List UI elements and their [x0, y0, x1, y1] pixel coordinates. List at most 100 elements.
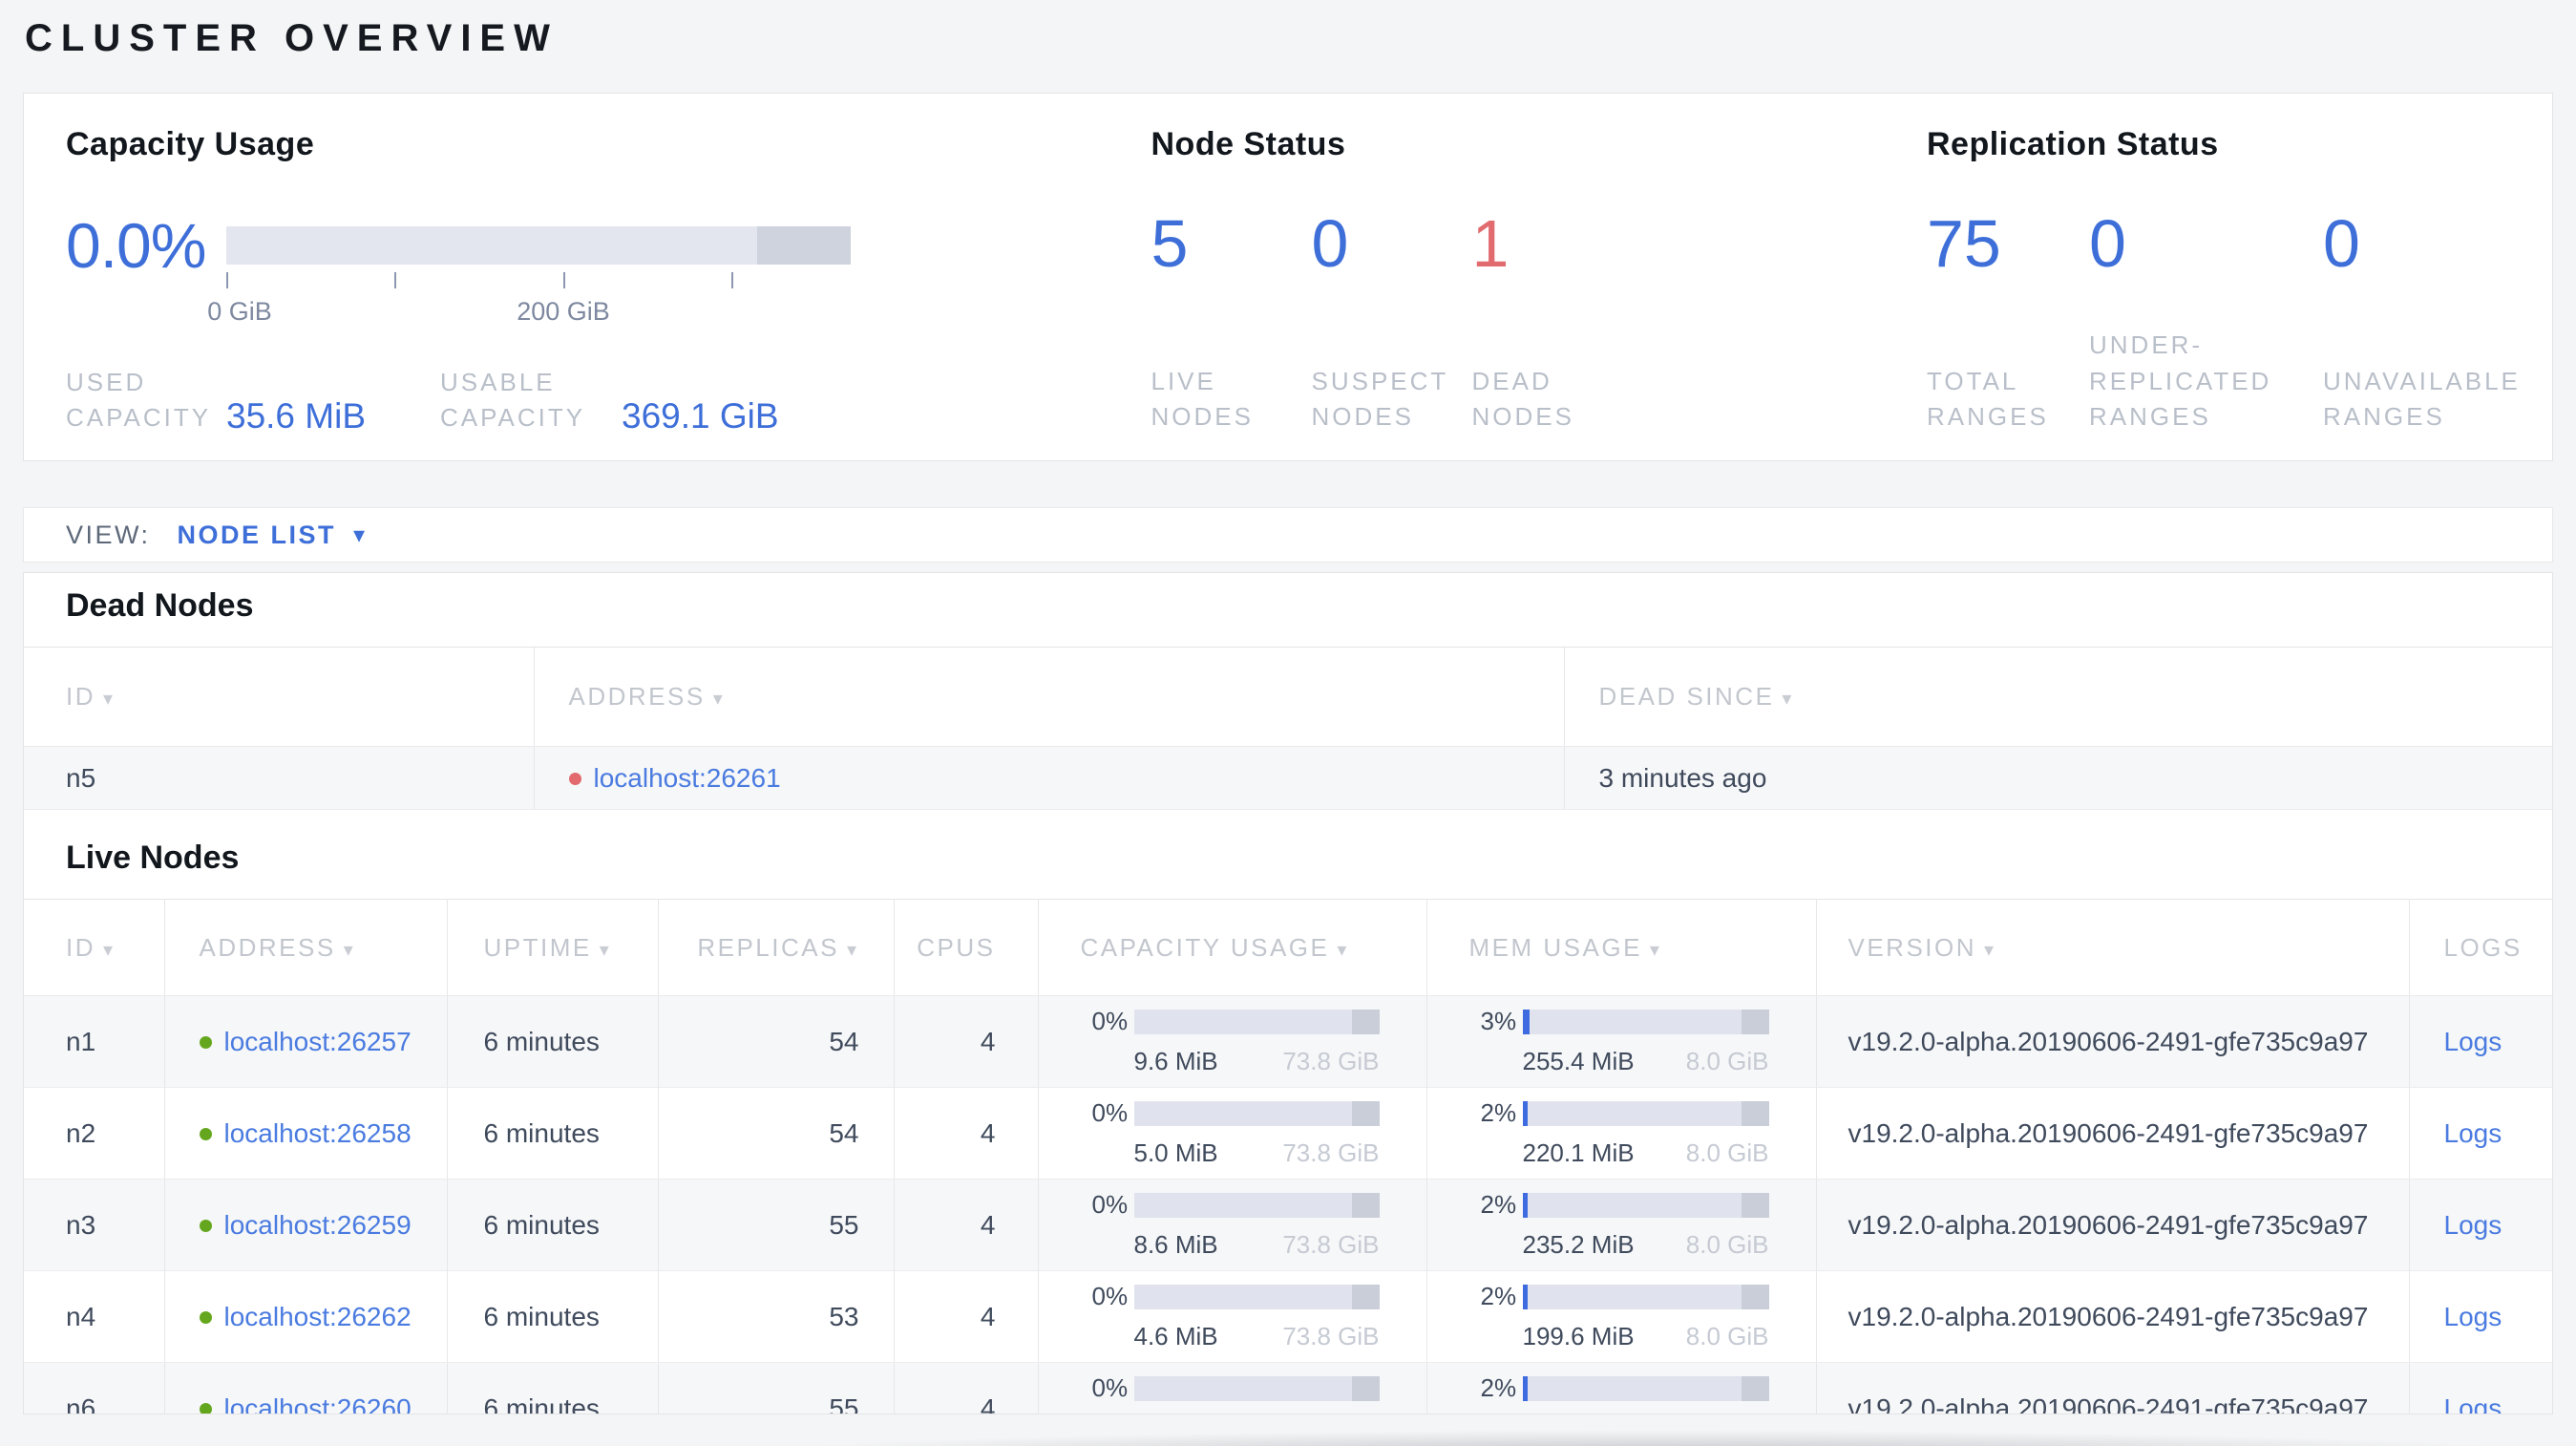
memory-bar — [1522, 1009, 1769, 1034]
under-replicated-ranges-count: 0 — [2089, 206, 2126, 281]
mem-usage-cell: 3% 255.4 MiB 8.0 GiB — [1425, 995, 1816, 1088]
live-col-capacity-usage[interactable]: CAPACITY USAGE ▾ — [1037, 899, 1426, 996]
capacity-usage-cell: 0% 7.8 MiB73.8 GiB — [1037, 1362, 1426, 1414]
capacity-usage-cell: 0% 9.6 MiB 73.8 GiB — [1037, 995, 1426, 1088]
page-title: CLUSTER OVERVIEW — [25, 17, 559, 59]
suspect-nodes-count: 0 — [1311, 206, 1349, 281]
live-node-dot-icon — [199, 1219, 212, 1232]
mem-usage-cell: 2% 199.6 MiB 8.0 GiB — [1425, 1270, 1816, 1363]
node-id-cell: n6 — [24, 1362, 164, 1414]
cpus-cell: 4 — [893, 1270, 1038, 1363]
view-bar: VIEW: NODE LIST ▾ — [23, 507, 2553, 563]
node-address-link[interactable]: localhost:26259 — [224, 1210, 412, 1240]
sort-arrow-icon: ▾ — [103, 689, 116, 710]
node-address-cell: localhost:26260 — [163, 1362, 447, 1414]
cluster-summary-card: Capacity Usage 0.0% 0 GiB 200 GiB USED C… — [23, 93, 2553, 461]
chevron-down-icon: ▾ — [353, 521, 366, 548]
live-nodes-table: ID ▾ ADDRESS ▾ UPTIME ▾ REPLICAS ▾ CPUS CAPA… — [24, 899, 2552, 1414]
sort-arrow-icon: ▾ — [846, 939, 859, 961]
logs-link[interactable]: Logs — [2444, 1302, 2502, 1331]
logs-link[interactable]: Logs — [2444, 1393, 2502, 1414]
node-address-cell: localhost:26258 — [163, 1087, 447, 1180]
capacity-bar — [1133, 1009, 1380, 1034]
memory-bar — [1522, 1100, 1769, 1126]
logs-link[interactable]: Logs — [2444, 1027, 2502, 1056]
gauge-tick-label-start: 0 GiB — [207, 297, 272, 326]
sort-arrow-icon: ▾ — [1337, 939, 1349, 961]
uptime-cell: 6 minutes — [446, 1087, 658, 1180]
uptime-cell: 6 minutes — [446, 995, 658, 1088]
dead-since-cell: 3 minutes ago — [1563, 746, 2552, 810]
live-col-mem-usage[interactable]: MEM USAGE ▾ — [1425, 899, 1816, 996]
dead-nodes-count: 1 — [1471, 206, 1510, 281]
dead-col-address[interactable]: ADDRESS ▾ — [533, 647, 1564, 747]
live-nodes-heading: Live Nodes — [66, 840, 240, 876]
node-address-link[interactable]: localhost:26258 — [224, 1118, 412, 1148]
live-node-dot-icon — [199, 1310, 212, 1324]
node-address-cell: localhost:26262 — [163, 1270, 447, 1363]
dead-col-dead-since[interactable]: DEAD SINCE ▾ — [1563, 647, 2552, 747]
capacity-usage-cell: 0% 4.6 MiB 73.8 GiB — [1037, 1270, 1426, 1363]
live-col-uptime[interactable]: UPTIME ▾ — [446, 899, 658, 996]
live-col-logs: LOGS — [2408, 899, 2552, 996]
capacity-usage-section: Capacity Usage 0.0% 0 GiB 200 GiB USED C… — [66, 94, 1151, 460]
total-ranges-count: 75 — [1927, 206, 2001, 281]
gauge-tick — [394, 272, 396, 288]
sort-arrow-icon: ▾ — [599, 939, 612, 961]
memory-bar — [1522, 1284, 1769, 1309]
live-col-address[interactable]: ADDRESS ▾ — [163, 899, 447, 996]
used-capacity-label: USED CAPACITY — [66, 368, 212, 433]
capacity-usage-cell: 0% 5.0 MiB 73.8 GiB — [1037, 1087, 1426, 1180]
node-address-link[interactable]: localhost:26261 — [594, 763, 781, 793]
logs-link[interactable]: Logs — [2444, 1210, 2502, 1240]
version-cell: v19.2.0-alpha.20190606-2491-gfe735c9a97 — [1815, 1270, 2409, 1363]
suspect-nodes-label: SUSPECT NODES — [1311, 366, 1448, 432]
live-col-cpus[interactable]: CPUS — [893, 899, 1038, 996]
live-col-id[interactable]: ID ▾ — [24, 899, 164, 996]
dead-node-dot-icon — [568, 772, 581, 785]
dead-nodes-table: ID ▾ ADDRESS ▾ DEAD SINCE ▾ n5 localhost:26… — [24, 647, 2552, 810]
live-col-version[interactable]: VERSION ▾ — [1815, 899, 2409, 996]
node-address-link[interactable]: localhost:26257 — [224, 1027, 412, 1056]
bottom-scroll-shadow — [754, 1431, 2549, 1446]
version-cell: v19.2.0-alpha.20190606-2491-gfe735c9a97 — [1815, 995, 2409, 1088]
logs-cell: Logs — [2408, 1087, 2552, 1180]
capacity-gauge-bar: 0 GiB 200 GiB — [207, 226, 851, 326]
gauge-tick-label-mid: 200 GiB — [517, 297, 610, 326]
cpus-cell: 4 — [893, 995, 1038, 1088]
live-nodes-count: 5 — [1151, 206, 1189, 281]
replicas-cell: 54 — [657, 1087, 894, 1180]
dead-col-id[interactable]: ID ▾ — [24, 647, 534, 747]
version-cell: v19.2.0-alpha.20190606-2491-gfe735c9a97 — [1815, 1087, 2409, 1180]
under-replicated-ranges-label: UNDER-REPLICATED RANGES — [2089, 330, 2272, 432]
capacity-usage-title: Capacity Usage — [66, 126, 315, 162]
node-address-link[interactable]: localhost:26262 — [224, 1302, 412, 1331]
table-row: n3 localhost:26259 6 minutes 55 4 0% 8.6… — [24, 1179, 2552, 1271]
node-address-cell: localhost:26259 — [163, 1179, 447, 1271]
node-address-cell: localhost:26257 — [163, 995, 447, 1088]
table-row: n2 localhost:26258 6 minutes 54 4 0% 5.0… — [24, 1087, 2552, 1180]
view-dropdown[interactable]: NODE LIST ▾ — [178, 521, 366, 550]
table-row: n6 localhost:26260 6 minutes 55 4 0% 7.8… — [24, 1362, 2552, 1414]
cpus-cell: 4 — [893, 1179, 1038, 1271]
replicas-cell: 55 — [657, 1362, 894, 1414]
logs-cell: Logs — [2408, 1362, 2552, 1414]
uptime-cell: 6 minutes — [446, 1362, 658, 1414]
node-address-link[interactable]: localhost:26260 — [224, 1393, 412, 1414]
total-ranges-label: TOTAL RANGES — [1927, 366, 2049, 432]
logs-cell: Logs — [2408, 1179, 2552, 1271]
logs-link[interactable]: Logs — [2444, 1118, 2502, 1148]
usable-capacity-value: 369.1 GiB — [622, 396, 779, 436]
live-col-replicas[interactable]: REPLICAS ▾ — [657, 899, 894, 996]
node-id-cell: n5 — [24, 746, 534, 810]
cpus-cell: 4 — [893, 1362, 1038, 1414]
gauge-tick — [226, 272, 228, 288]
capacity-usage-cell: 0% 8.6 MiB 73.8 GiB — [1037, 1179, 1426, 1271]
node-id-cell: n4 — [24, 1270, 164, 1363]
sort-arrow-icon: ▾ — [1649, 939, 1662, 961]
node-status-title: Node Status — [1151, 126, 1346, 162]
replicas-cell: 55 — [657, 1179, 894, 1271]
node-status-section: Node Status 5 LIVE NODES 0 SUSPECT NODES… — [1151, 94, 1928, 460]
dead-nodes-heading: Dead Nodes — [66, 587, 254, 624]
nodes-panel: Dead Nodes ID ▾ ADDRESS ▾ DEAD SINCE ▾ n5 l… — [23, 572, 2553, 1414]
